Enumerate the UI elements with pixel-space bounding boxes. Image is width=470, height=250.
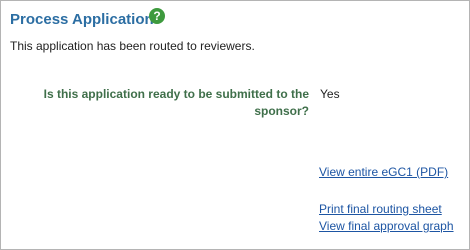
view-final-approval-graph-link[interactable]: View final approval graph [319, 219, 454, 233]
page-title: Process Application [10, 11, 154, 28]
print-final-routing-sheet-link[interactable]: Print final routing sheet [319, 202, 442, 216]
ready-to-submit-value: Yes [320, 87, 340, 101]
process-application-panel: Process Application ? This application h… [0, 0, 470, 250]
view-entire-egc1-pdf-link[interactable]: View entire eGC1 (PDF) [319, 165, 448, 179]
status-message: This application has been routed to revi… [10, 39, 255, 53]
ready-to-submit-label: Is this application ready to be submitte… [43, 87, 309, 118]
help-icon[interactable]: ? [149, 8, 165, 24]
